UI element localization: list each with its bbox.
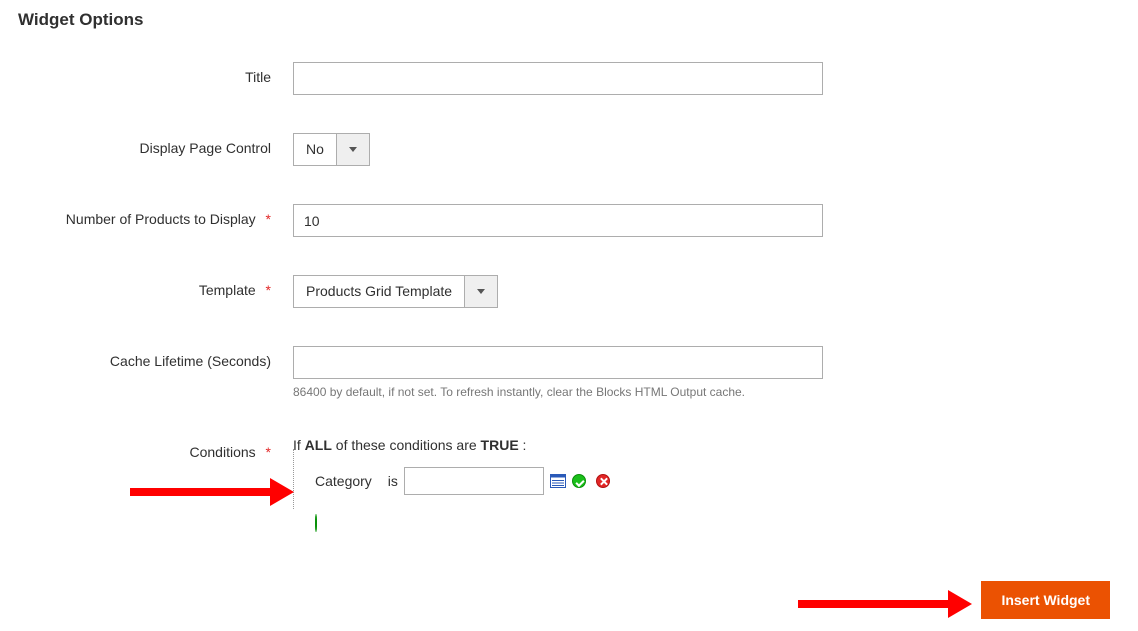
condition-operator[interactable]: is	[388, 473, 398, 489]
row-page-control: Display Page Control No	[18, 133, 1120, 166]
page-control-value: No	[294, 134, 336, 165]
row-title: Title	[18, 62, 1120, 95]
condition-rule: Category is	[315, 467, 848, 495]
apply-icon[interactable]	[572, 474, 586, 488]
annotation-arrow-icon	[798, 590, 972, 618]
row-num-products: Number of Products to Display *	[18, 204, 1120, 237]
required-mark: *	[266, 211, 271, 227]
annotation-arrow-icon	[130, 478, 294, 506]
page-control-select[interactable]: No	[293, 133, 370, 166]
row-cache: Cache Lifetime (Seconds) 86400 by defaul…	[18, 346, 1120, 399]
condition-attribute[interactable]: Category	[315, 473, 372, 489]
remove-icon[interactable]	[596, 474, 610, 488]
label-template: Template *	[18, 275, 293, 298]
template-select[interactable]: Products Grid Template	[293, 275, 498, 308]
section-title: Widget Options	[18, 10, 1120, 30]
required-mark: *	[266, 282, 271, 298]
template-value: Products Grid Template	[294, 276, 464, 307]
label-cache: Cache Lifetime (Seconds)	[18, 346, 293, 369]
label-num-products: Number of Products to Display *	[18, 204, 293, 227]
label-title: Title	[18, 62, 293, 85]
label-page-control: Display Page Control	[18, 133, 293, 156]
required-mark: *	[266, 444, 271, 460]
condition-boolean[interactable]: TRUE	[481, 437, 519, 453]
condition-combine: If ALL of these conditions are TRUE :	[293, 437, 848, 453]
chevron-down-icon	[336, 134, 369, 165]
num-products-input[interactable]	[293, 204, 823, 237]
insert-widget-button[interactable]: Insert Widget	[981, 581, 1110, 619]
add-icon[interactable]	[315, 514, 317, 532]
row-template: Template * Products Grid Template	[18, 275, 1120, 308]
condition-value-input[interactable]	[404, 467, 544, 495]
cache-hint: 86400 by default, if not set. To refresh…	[293, 385, 848, 399]
cache-input[interactable]	[293, 346, 823, 379]
chooser-icon[interactable]	[550, 473, 566, 489]
label-conditions: Conditions *	[18, 437, 293, 460]
title-input[interactable]	[293, 62, 823, 95]
condition-aggregator[interactable]: ALL	[305, 437, 332, 453]
chevron-down-icon	[464, 276, 497, 307]
